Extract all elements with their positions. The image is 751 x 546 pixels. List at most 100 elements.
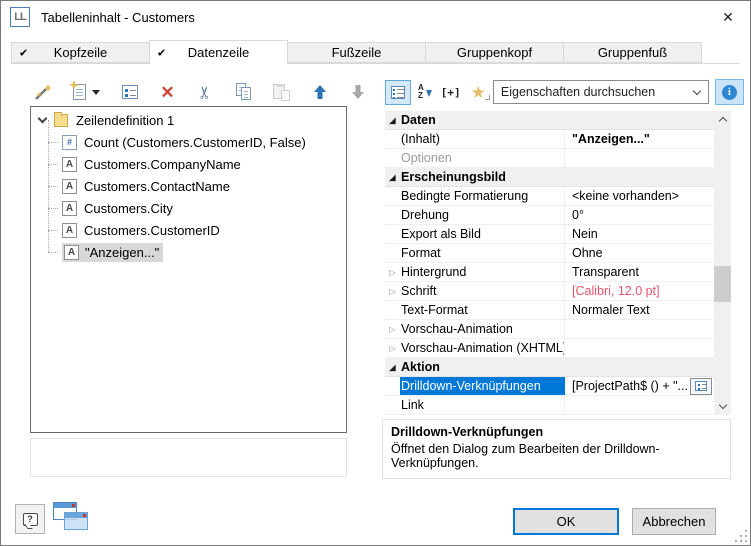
category-row-daten[interactable]: ◢ Daten	[385, 111, 714, 130]
resize-grip[interactable]	[733, 528, 747, 542]
properties-icon[interactable]	[118, 81, 141, 104]
expanded-icon[interactable]: ◢	[385, 116, 400, 125]
chevron-down-icon[interactable]	[38, 114, 48, 124]
cut-icon[interactable]: ✂	[194, 81, 217, 104]
tree-item-anzeigen[interactable]: A "Anzeigen..."	[31, 241, 346, 263]
chevron-down-icon[interactable]	[686, 91, 708, 94]
property-row-export-als-bild[interactable]: Export als Bild Nein	[385, 225, 714, 244]
close-icon[interactable]: ✕	[706, 2, 750, 33]
property-row-link[interactable]: Link	[385, 396, 714, 415]
property-value[interactable]	[565, 339, 714, 357]
property-value[interactable]: <keine vorhanden>	[565, 187, 714, 205]
help-bubble-icon: ?	[23, 513, 38, 526]
property-value[interactable]	[565, 149, 714, 167]
property-label: (Inhalt)	[400, 130, 565, 148]
collapsed-icon[interactable]: ▷	[385, 325, 400, 334]
preview-box	[30, 438, 347, 477]
edit-drilldown-button[interactable]	[690, 378, 712, 395]
tree-item-contactname[interactable]: A Customers.ContactName	[31, 175, 346, 197]
property-label: Drehung	[400, 206, 565, 224]
search-input[interactable]	[494, 85, 686, 99]
scrollbar-thumb[interactable]	[714, 266, 731, 302]
tab-kopfzeile[interactable]: ✔ Kopfzeile	[11, 42, 150, 63]
scroll-down-icon[interactable]	[714, 398, 731, 415]
line-definition-tree[interactable]: Zeilendefinition 1 # Count (Customers.Cu…	[30, 106, 347, 433]
help-button[interactable]: ?	[15, 504, 45, 534]
tab-gruppenkopf[interactable]: Gruppenkopf	[425, 42, 564, 63]
tab-datenzeile[interactable]: ✔ Datenzeile	[149, 40, 288, 64]
new-line-definition-icon[interactable]	[69, 81, 103, 104]
category-label: Daten	[400, 111, 565, 129]
text-field-icon: A	[62, 157, 77, 172]
tab-fusszeile[interactable]: Fußzeile	[287, 42, 426, 63]
property-value[interactable]: Normaler Text	[565, 301, 714, 319]
collapsed-icon[interactable]: ▷	[385, 268, 400, 277]
line-toolbar: ✕ ✂	[31, 80, 369, 104]
tree-item-city[interactable]: A Customers.City	[31, 197, 346, 219]
property-label: Vorschau-Animation	[400, 320, 565, 338]
paste-icon[interactable]	[270, 81, 293, 104]
cascade-windows-icon[interactable]	[53, 502, 91, 536]
property-value[interactable]: [ProjectPath$ () + "...	[565, 377, 714, 395]
property-row-bedingte-formatierung[interactable]: Bedingte Formatierung <keine vorhanden>	[385, 187, 714, 206]
property-search-combo	[493, 80, 709, 104]
property-row-hintergrund[interactable]: ▷ Hintergrund Transparent	[385, 263, 714, 282]
property-row-format[interactable]: Format Ohne	[385, 244, 714, 263]
favorites-icon[interactable]: ★	[471, 84, 486, 101]
categorized-view-icon[interactable]	[385, 80, 411, 105]
text-field-icon: A	[64, 245, 79, 260]
property-row-inhalt[interactable]: (Inhalt) "Anzeigen..."	[385, 130, 714, 149]
property-value[interactable]: "Anzeigen..."	[565, 130, 714, 148]
tab-label: Kopfzeile	[54, 45, 107, 60]
category-label: Aktion	[400, 358, 565, 376]
tree-item-companyname[interactable]: A Customers.CompanyName	[31, 153, 346, 175]
property-row-vorschau-animation[interactable]: ▷ Vorschau-Animation	[385, 320, 714, 339]
info-button[interactable]: i	[715, 79, 744, 105]
property-value[interactable]: Ohne	[565, 244, 714, 262]
expanded-icon[interactable]: ◢	[385, 173, 400, 182]
property-value[interactable]: [Calibri, 12.0 pt]	[565, 282, 714, 300]
property-row-text-format[interactable]: Text-Format Normaler Text	[385, 301, 714, 320]
scroll-up-icon[interactable]	[714, 111, 731, 128]
ok-button[interactable]: OK	[513, 508, 619, 535]
property-row-drilldown-verknuepfungen[interactable]: Drilldown-Verknüpfungen [ProjectPath$ ()…	[385, 377, 714, 396]
property-row-schrift[interactable]: ▷ Schrift [Calibri, 12.0 pt]	[385, 282, 714, 301]
checkmark-icon: ✔	[157, 46, 166, 59]
tree-item-count[interactable]: # Count (Customers.CustomerID, False)	[31, 131, 346, 153]
expand-all-icon[interactable]: [+]	[441, 86, 461, 99]
property-page-icon	[695, 381, 707, 391]
vertical-scrollbar[interactable]	[714, 111, 731, 415]
tree-item-label: Customers.CompanyName	[84, 157, 241, 172]
description-text: Öffnet den Dialog zum Bearbeiten der Dri…	[391, 442, 722, 470]
property-label: Link	[400, 396, 565, 414]
property-row-vorschau-animation-xhtml[interactable]: ▷ Vorschau-Animation (XHTML)	[385, 339, 714, 358]
cancel-button[interactable]: Abbrechen	[632, 508, 716, 535]
property-value[interactable]: 0°	[565, 206, 714, 224]
dialog-tabelleninhalt: LL Tabelleninhalt - Customers ✕ ✔ Kopfze…	[0, 0, 751, 546]
expanded-icon[interactable]: ◢	[385, 363, 400, 372]
property-value[interactable]: Nein	[565, 225, 714, 243]
copy-icon[interactable]	[232, 81, 255, 104]
move-up-icon[interactable]	[308, 81, 331, 104]
tab-gruppenfuss[interactable]: Gruppenfuß	[563, 42, 702, 63]
property-value[interactable]	[565, 396, 714, 414]
category-row-erscheinungsbild[interactable]: ◢ Erscheinungsbild	[385, 168, 714, 187]
description-title: Drilldown-Verknüpfungen	[391, 425, 722, 439]
new-dropdown-icon[interactable]	[92, 90, 100, 95]
property-row-optionen[interactable]: Optionen	[385, 149, 714, 168]
property-row-drehung[interactable]: Drehung 0°	[385, 206, 714, 225]
delete-icon[interactable]: ✕	[156, 81, 179, 104]
collapsed-icon[interactable]: ▷	[385, 344, 400, 353]
tree-item-customerid[interactable]: A Customers.CustomerID	[31, 219, 346, 241]
property-label: Export als Bild	[400, 225, 565, 243]
tree-item-label: Count (Customers.CustomerID, False)	[84, 135, 306, 150]
tree-item-zeilendefinition[interactable]: Zeilendefinition 1	[31, 109, 346, 131]
property-value[interactable]: Transparent	[565, 263, 714, 281]
category-row-aktion[interactable]: ◢ Aktion	[385, 358, 714, 377]
tree-selection: A "Anzeigen..."	[62, 243, 163, 262]
sort-alphabetical-icon[interactable]: A Z	[418, 84, 432, 100]
collapsed-icon[interactable]: ▷	[385, 287, 400, 296]
wizard-icon[interactable]	[31, 81, 54, 104]
move-down-icon[interactable]	[346, 81, 369, 104]
property-value[interactable]	[565, 320, 714, 338]
